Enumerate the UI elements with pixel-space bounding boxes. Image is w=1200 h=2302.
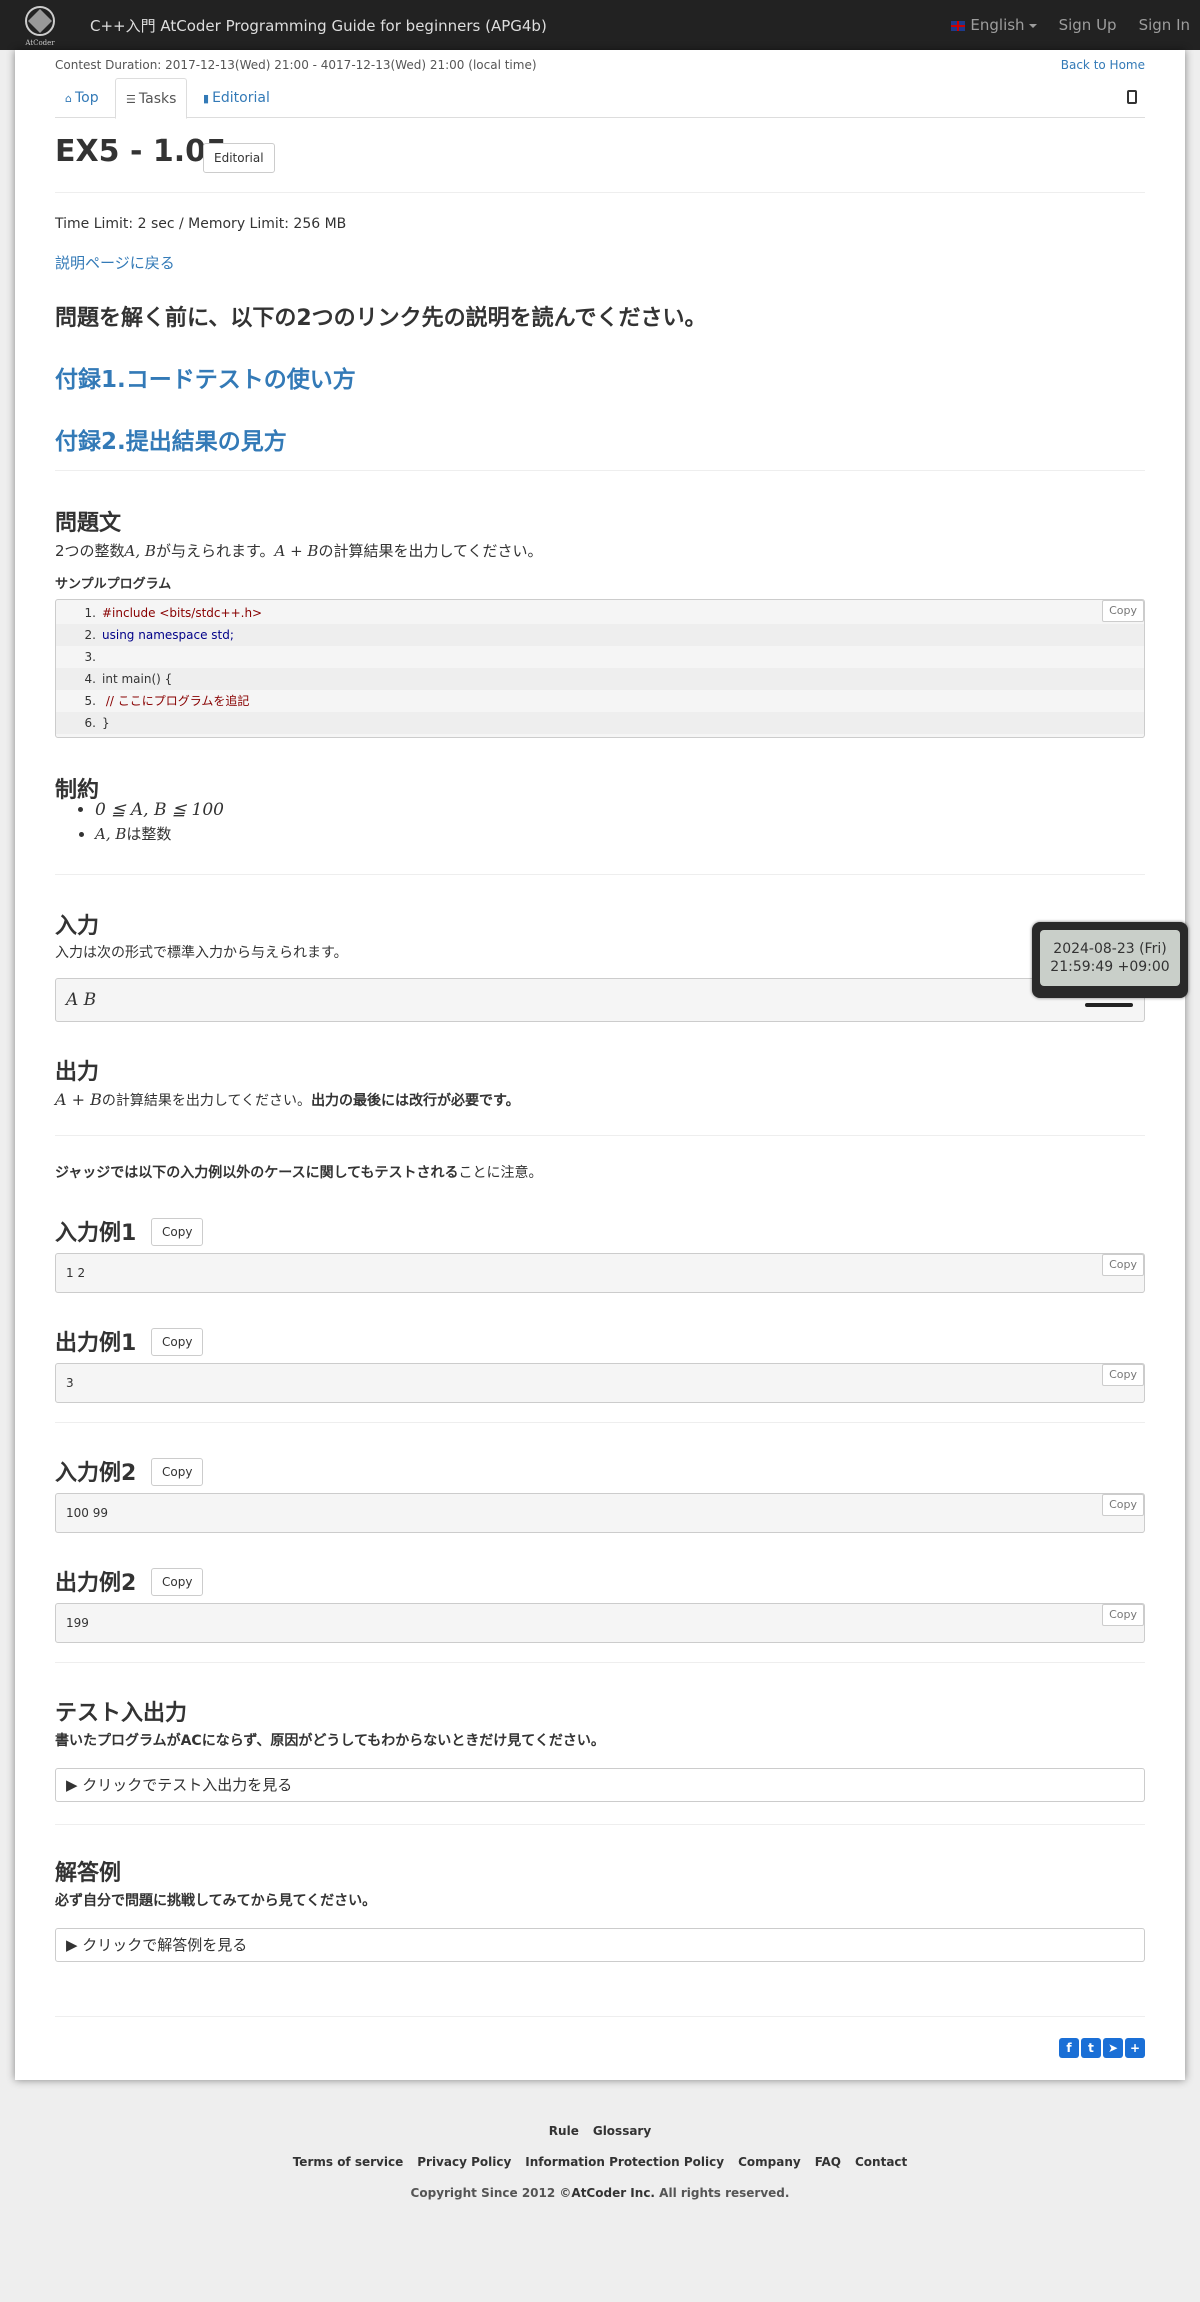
sample-input-1-heading: 入力例1 (55, 1221, 137, 1246)
clock-time: 21:59:49 +09:00 (1050, 959, 1170, 975)
tab-editorial[interactable]: ▮ Editorial (193, 78, 280, 118)
tab-top[interactable]: ⌂ Top (55, 78, 109, 118)
sample-output-1-heading: 出力例1 (55, 1331, 137, 1356)
input-format-box: A B (55, 978, 1145, 1022)
appendix1-link[interactable]: 付録1.コードテストの使い方 (55, 360, 356, 394)
constraints-list: 0 ≦ A, B ≦ 100 A, Bは整数 (55, 798, 224, 846)
judge-note: ジャッジでは以下の入力例以外のケースに関してもテストされることに注意。 (55, 1165, 543, 1181)
copy-sample-output-2-button[interactable]: Copy (151, 1568, 204, 1596)
copy-button[interactable]: Copy (1102, 1254, 1144, 1276)
copyright: Copyright Since 2012 ©AtCoder Inc. All r… (410, 2186, 790, 2200)
tab-tasks[interactable]: ☰ Tasks (115, 78, 188, 119)
main-container: Contest Duration: 2017-12-13(Wed) 21:00 … (15, 50, 1185, 2080)
telegram-icon[interactable]: ➤ (1103, 2038, 1123, 2058)
atcoder-logo[interactable]: AtCoder (14, 3, 66, 47)
sample-output-2-box: 199 Copy (55, 1603, 1145, 1643)
code-line: 2. using namespace std; (56, 624, 1144, 646)
copy-button[interactable]: Copy (1102, 1494, 1144, 1516)
output-text: A + Bの計算結果を出力してください。出力の最後には改行が必要です。 (55, 1090, 520, 1109)
divider (55, 470, 1145, 471)
sample-input-1-box: 1 2 Copy (55, 1253, 1145, 1293)
input-text: 入力は次の形式で標準入力から与えられます。 (55, 945, 348, 961)
twitter-icon[interactable]: t (1081, 2038, 1101, 2058)
sample-input-2-heading: 入力例2 (55, 1461, 137, 1486)
code-line: 5. // ここにプログラムを追記 (84, 694, 250, 708)
clipboard-icon[interactable] (1127, 90, 1137, 104)
answer-heading: 解答例 (55, 1861, 122, 1886)
divider (55, 1662, 1145, 1663)
share-plus-icon[interactable]: + (1125, 2038, 1145, 2058)
language-dropdown[interactable]: English (951, 16, 1037, 34)
back-to-home-link[interactable]: Back to Home (1061, 58, 1145, 72)
divider (55, 1135, 1145, 1136)
copy-sample-input-2-button[interactable]: Copy (151, 1458, 204, 1486)
output-heading: 出力 (55, 1060, 100, 1085)
sample-output-1-box: 3 Copy (55, 1363, 1145, 1403)
footer-privacy-link[interactable]: Privacy Policy (417, 2155, 511, 2169)
footer-rule-link[interactable]: Rule (549, 2124, 579, 2138)
divider (55, 874, 1145, 875)
constraint-item: 0 ≦ A, B ≦ 100 (95, 798, 224, 822)
problem-heading: 問題文 (55, 511, 122, 536)
divider (55, 2016, 1145, 2017)
footer-terms-link[interactable]: Terms of service (293, 2155, 404, 2169)
contest-tabs: ⌂ Top ☰ Tasks ▮ Editorial (55, 78, 1145, 119)
footer-info-protection-link[interactable]: Information Protection Policy (525, 2155, 724, 2169)
sign-in-link[interactable]: Sign In (1139, 16, 1190, 34)
language-label: English (970, 16, 1025, 34)
footer-contact-link[interactable]: Contact (855, 2155, 907, 2169)
test-io-toggle[interactable]: ▶ クリックでテスト入出力を見る (55, 1768, 1145, 1802)
editorial-button[interactable]: Editorial (203, 143, 275, 173)
task-title: EX5 - 1.05 (55, 134, 227, 169)
sample-output-2-heading: 出力例2 (55, 1571, 137, 1596)
facebook-icon[interactable]: f (1059, 2038, 1079, 2058)
clock-widget: 2024-08-23 (Fri) 21:59:49 +09:00 (1032, 922, 1188, 998)
home-icon: ⌂ (65, 92, 72, 105)
footer-links-secondary: Terms of service Privacy Policy Informatio… (0, 2155, 1200, 2169)
footer-links-primary: Rule Glossary (0, 2124, 1200, 2138)
test-io-note: 書いたプログラムがACにならず、原因がどうしてもわからないときだけ見てください。 (55, 1733, 605, 1749)
tasks-icon: ☰ (126, 93, 136, 106)
copy-code-button[interactable]: Copy (1102, 600, 1144, 622)
clock-handle[interactable] (1085, 1003, 1133, 1007)
back-to-explanation-link[interactable]: 説明ページに戻る (55, 252, 175, 273)
divider (55, 1422, 1145, 1423)
read-first-headline: 問題を解く前に、以下の2つのリンク先の説明を読んでください。 (55, 306, 707, 331)
copy-button[interactable]: Copy (1102, 1604, 1144, 1626)
sample-program-label: サンプルプログラム (55, 577, 172, 592)
contest-duration: Contest Duration: 2017-12-13(Wed) 21:00 … (55, 58, 537, 72)
footer-glossary-link[interactable]: Glossary (593, 2124, 651, 2138)
footer-faq-link[interactable]: FAQ (815, 2155, 841, 2169)
copy-button[interactable]: Copy (1102, 1364, 1144, 1386)
svg-text:AtCoder: AtCoder (24, 39, 55, 47)
top-navbar: AtCoder C++入門 AtCoder Programming Guide … (0, 0, 1200, 50)
sample-program-code: 1. #include <bits/stdc++.h> 2. using names… (55, 599, 1145, 738)
code-line: 6.} (56, 712, 1144, 734)
book-icon: ▮ (203, 92, 210, 105)
clock-date: 2024-08-23 (Fri) (1053, 941, 1167, 957)
input-heading: 入力 (55, 914, 100, 939)
code-line: 3. (84, 650, 96, 664)
copy-sample-output-1-button[interactable]: Copy (151, 1328, 204, 1356)
answer-note: 必ず自分で問題に挑戦してみてから見てください。 (55, 1893, 377, 1909)
contest-title[interactable]: C++入門 AtCoder Programming Guide for begi… (90, 15, 547, 36)
divider (55, 192, 1145, 193)
share-buttons: f t ➤ + (1059, 2038, 1145, 2058)
code-line: 1. #include <bits/stdc++.h> (84, 606, 263, 620)
copy-sample-input-1-button[interactable]: Copy (151, 1218, 204, 1246)
sign-up-link[interactable]: Sign Up (1059, 16, 1117, 34)
time-memory-limit: Time Limit: 2 sec / Memory Limit: 256 MB (55, 216, 347, 232)
uk-flag-icon (951, 21, 966, 31)
constraint-item: A, Bは整数 (95, 822, 224, 846)
chevron-down-icon (1028, 24, 1037, 28)
code-line: 4. int main() { (56, 668, 1144, 690)
appendix2-link[interactable]: 付録2.提出結果の見方 (55, 422, 287, 456)
footer-company-link[interactable]: Company (738, 2155, 801, 2169)
answer-toggle[interactable]: ▶ クリックで解答例を見る (55, 1928, 1145, 1962)
problem-text: 2つの整数A, Bが与えられます。A + Bの計算結果を出力してください。 (55, 542, 543, 560)
divider (55, 1824, 1145, 1825)
sample-input-2-box: 100 99 Copy (55, 1493, 1145, 1533)
test-io-heading: テスト入出力 (55, 1701, 188, 1726)
